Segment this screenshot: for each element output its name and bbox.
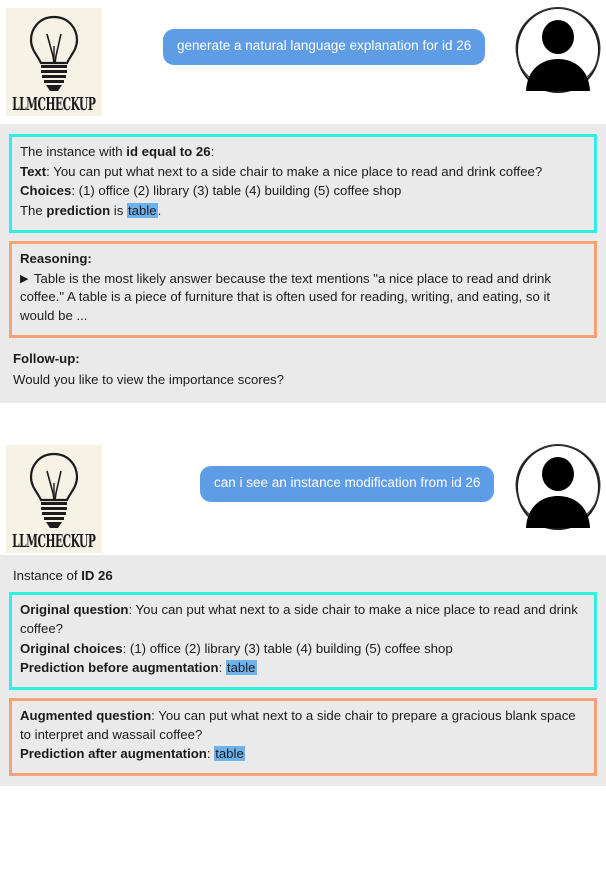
followup-heading: Follow-up:: [13, 350, 80, 366]
llmcheckup-logo-2: LLMCHECKUP: [6, 445, 102, 554]
original-question-label: Original question: [20, 602, 129, 618]
bot-response-panel-1: The instance with id equal to 26: Text: …: [0, 124, 606, 404]
prediction-after-value: table: [214, 746, 245, 762]
augmented-question-label: Augmented question: [20, 708, 152, 724]
logo-wordmark-2: LLMCHECKUP: [12, 532, 96, 553]
choices-label: Choices: [20, 183, 72, 199]
augmented-instance-box: Augmented question: You can put what nex…: [9, 698, 597, 777]
instance-box: The instance with id equal to 26: Text: …: [9, 134, 597, 233]
bot-response-panel-2: Instance of ID 26 Original question: You…: [0, 555, 606, 787]
instance-id-bold: id equal to 26: [126, 144, 211, 159]
prediction-after-label: Prediction after augmentation: [20, 746, 207, 762]
instance-text-line: Text: You can put what next to a side ch…: [20, 163, 543, 179]
original-question-line: Original question: You can put what next…: [20, 602, 578, 636]
user-avatar-icon: [513, 442, 603, 532]
prediction-value-highlight: table: [127, 203, 158, 219]
followup-block: Follow-up: Would you like to view the im…: [9, 346, 597, 393]
turn-header-1: LLMCHECKUP generate a natural language e…: [0, 0, 606, 118]
reasoning-heading: Reasoning:: [20, 250, 92, 266]
original-choices-line: Original choices: (1) office (2) library…: [20, 640, 453, 656]
instance-id-value: ID 26: [81, 568, 113, 584]
reasoning-text: ▶ Table is the most likely answer becaus…: [20, 270, 551, 324]
lightbulb-icon: [23, 449, 85, 531]
original-choices-label: Original choices: [20, 640, 123, 656]
text-label: Text: [20, 163, 47, 179]
triangle-bullet-icon: ▶: [20, 272, 31, 285]
user-avatar-2: [513, 442, 603, 532]
lightbulb-icon: [23, 12, 85, 94]
instance-choices-line: Choices: (1) office (2) library (3) tabl…: [20, 183, 402, 199]
user-message-bubble-2: can i see an instance modification from …: [200, 466, 495, 503]
prediction-before-label: Prediction before augmentation: [20, 660, 219, 676]
instance-prediction-line: The prediction is table.: [20, 203, 162, 219]
prediction-before-value: table: [225, 660, 257, 676]
turn-separator: [0, 403, 606, 437]
augmented-question-line: Augmented question: You can put what nex…: [20, 708, 576, 742]
user-avatar-icon: [513, 5, 603, 95]
instance-id-line: The instance with id equal to 26:: [20, 144, 215, 159]
prediction-after-line: Prediction after augmentation: table: [20, 746, 245, 762]
conversation-turn-1: LLMCHECKUP generate a natural language e…: [0, 0, 606, 404]
prediction-before-line: Prediction before augmentation: table: [20, 660, 257, 676]
followup-question: Would you like to view the importance sc…: [13, 371, 284, 387]
original-instance-box: Original question: You can put what next…: [9, 592, 597, 691]
instance-of-id-title: Instance of ID 26: [13, 568, 113, 584]
turn-header-2: LLMCHECKUP can i see an instance modific…: [0, 437, 606, 555]
user-avatar-1: [513, 5, 603, 95]
prediction-label: prediction: [46, 203, 111, 219]
conversation-turn-2: LLMCHECKUP can i see an instance modific…: [0, 437, 606, 787]
logo-wordmark: LLMCHECKUP: [12, 95, 96, 116]
reasoning-box: Reasoning: ▶ Table is the most likely an…: [9, 240, 597, 338]
llmcheckup-logo: LLMCHECKUP: [6, 8, 102, 116]
user-message-bubble-1: generate a natural language explanation …: [163, 29, 486, 65]
